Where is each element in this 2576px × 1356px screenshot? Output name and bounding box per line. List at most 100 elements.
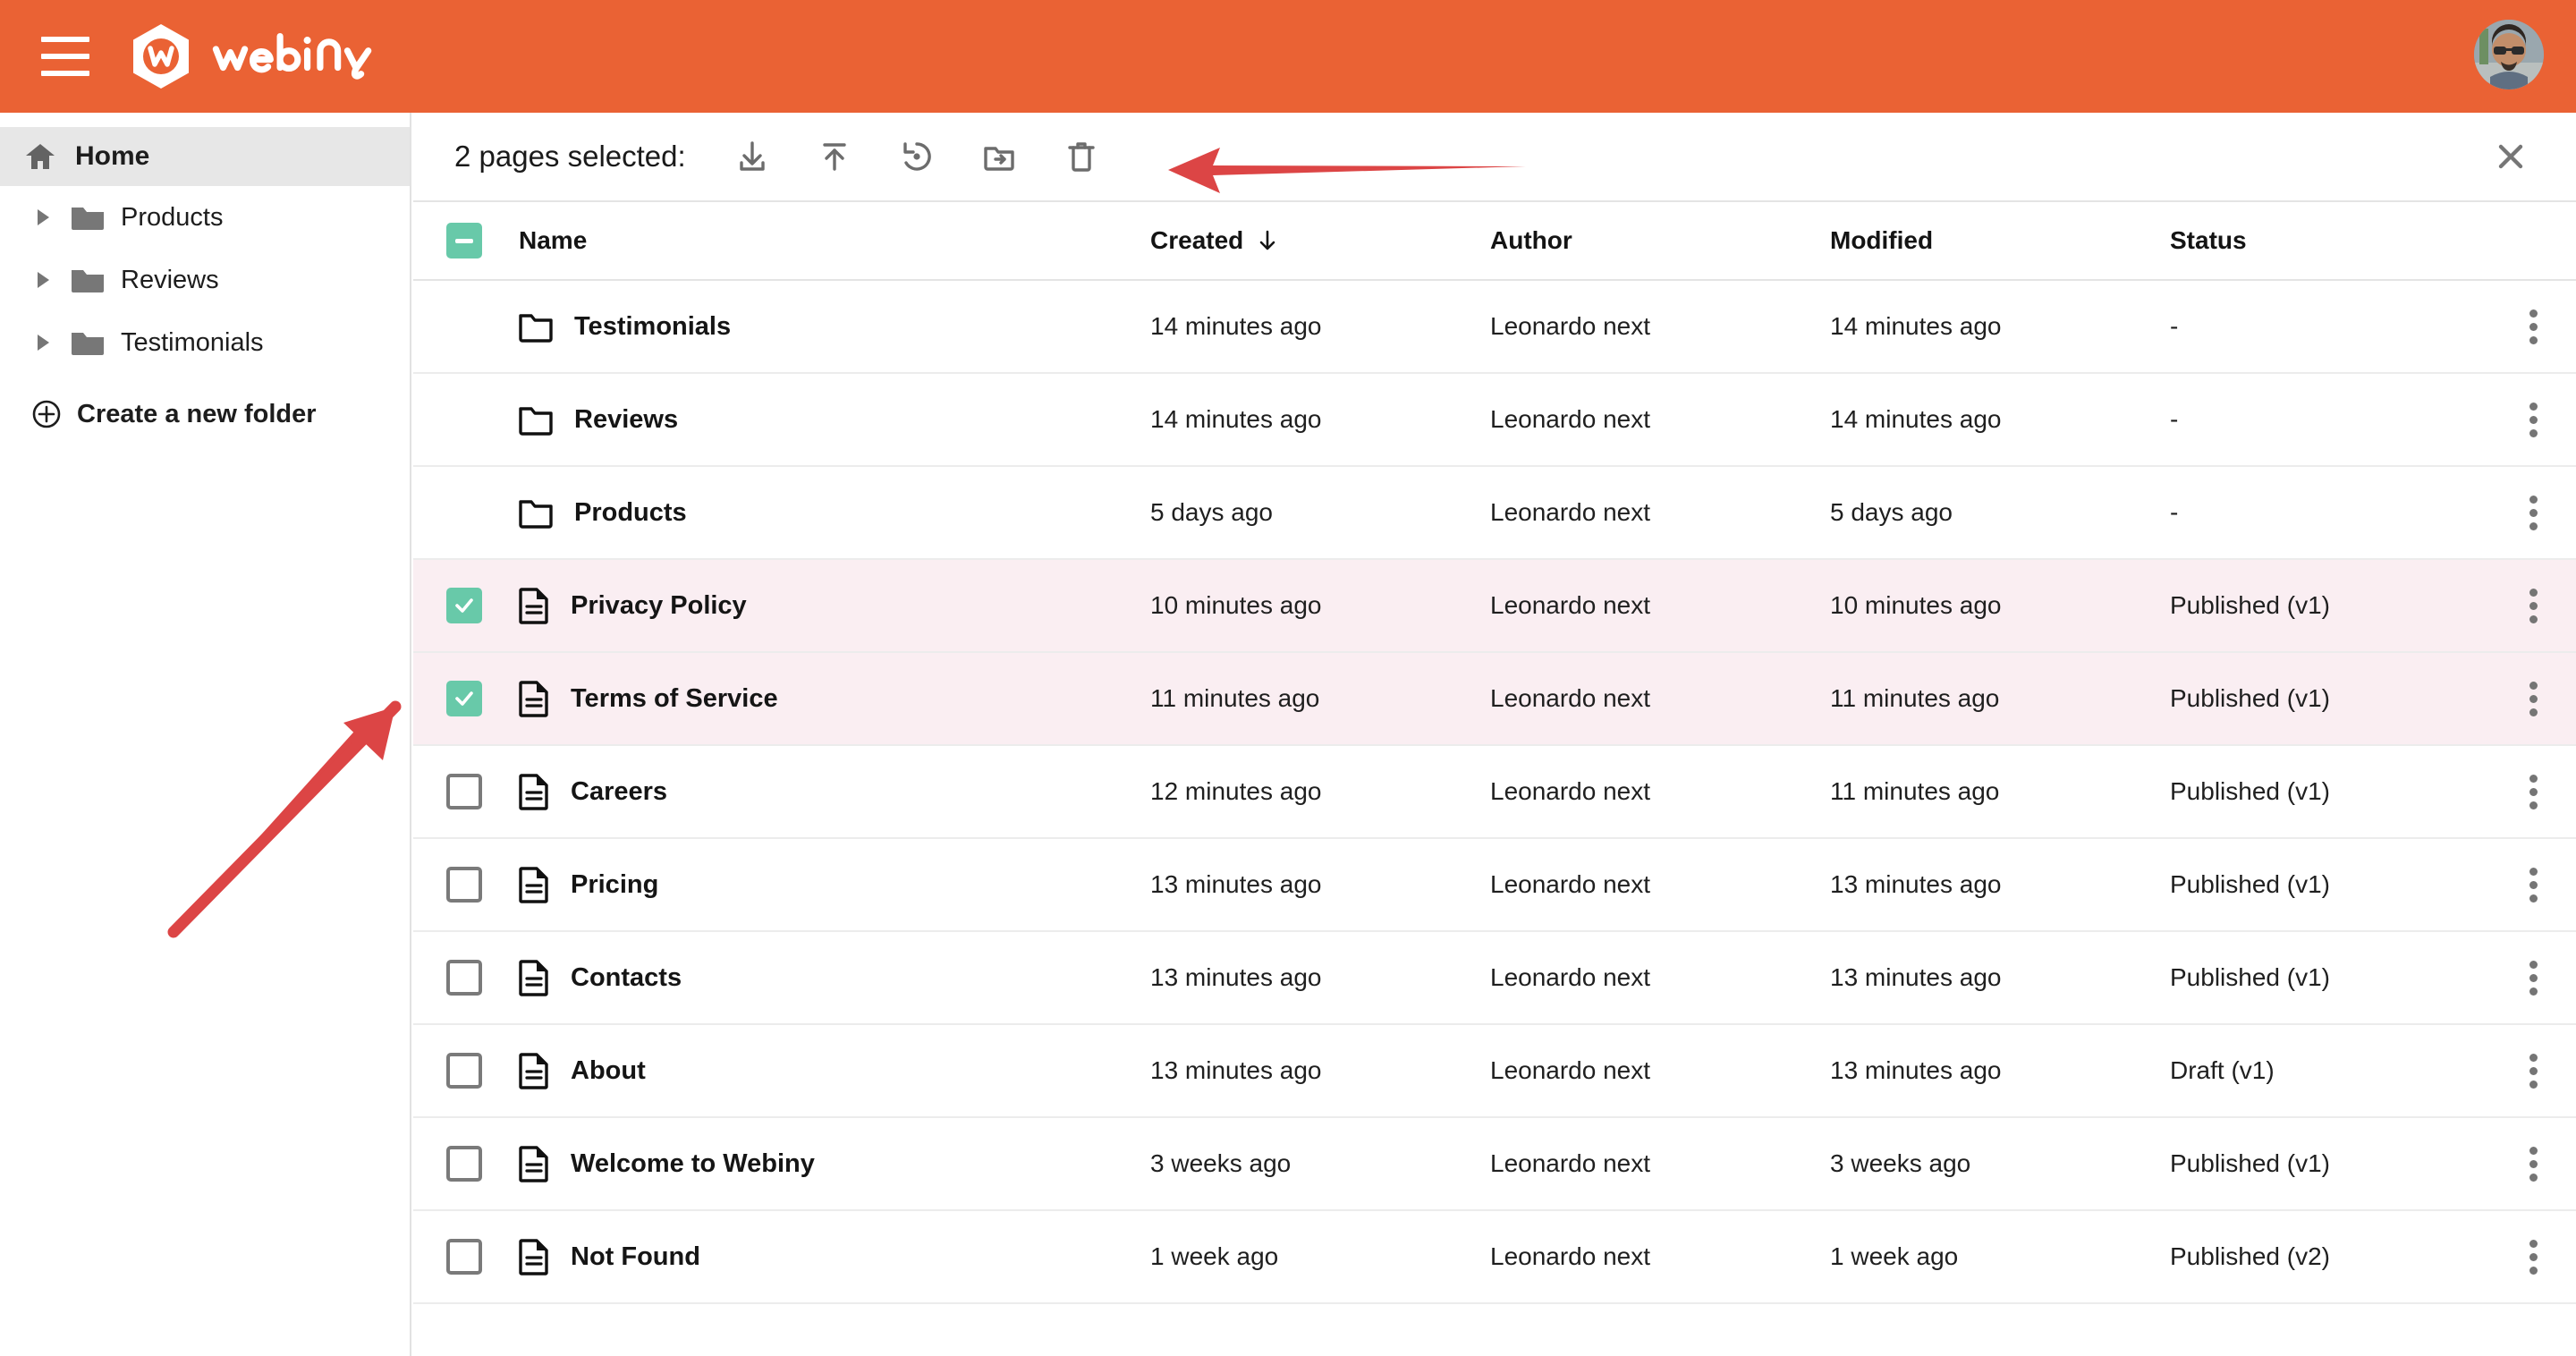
row-menu-button[interactable] — [2490, 1240, 2576, 1275]
sidebar-item-label: Testimonials — [121, 328, 264, 358]
user-avatar[interactable] — [2474, 20, 2544, 89]
row-checkbox[interactable] — [446, 1239, 482, 1275]
sidebar-home-label: Home — [75, 141, 149, 172]
create-new-folder-button[interactable]: Create a new folder — [0, 386, 410, 442]
selection-actions — [711, 124, 1123, 189]
sidebar-item-label: Reviews — [121, 266, 219, 295]
row-status: Published (v1) — [2170, 684, 2330, 712]
row-menu-button[interactable] — [2490, 403, 2576, 437]
row-author: Leonardo next — [1490, 870, 1650, 898]
row-menu-button[interactable] — [2490, 1147, 2576, 1182]
row-name-cell: Products — [515, 495, 1150, 530]
row-menu-button[interactable] — [2490, 309, 2576, 344]
kebab-menu-icon — [2529, 403, 2538, 437]
brand-logo[interactable] — [131, 23, 376, 89]
row-menu-button[interactable] — [2490, 682, 2576, 716]
folder-sidebar: Home Products Reviews Testimonials Creat… — [0, 113, 411, 1356]
column-header-name[interactable]: Name — [519, 226, 587, 255]
row-name-label: Products — [574, 498, 687, 528]
row-author: Leonardo next — [1490, 777, 1650, 805]
table-row[interactable]: Welcome to Webiny 3 weeks ago Leonardo n… — [413, 1118, 2576, 1211]
sidebar-item-testimonials[interactable]: Testimonials — [0, 311, 410, 374]
table-row[interactable]: Testimonials 14 minutes ago Leonardo nex… — [413, 281, 2576, 374]
unpublish-history-icon[interactable] — [876, 124, 958, 189]
row-checkbox-cell — [413, 774, 515, 809]
chevron-right-icon[interactable] — [38, 209, 49, 225]
select-all-checkbox[interactable] — [446, 223, 482, 258]
row-checkbox-cell — [413, 960, 515, 996]
row-modified: 14 minutes ago — [1830, 312, 2001, 340]
chevron-right-icon[interactable] — [38, 272, 49, 288]
selection-toolbar: 2 pages selected: — [413, 113, 2576, 202]
table-row[interactable]: Reviews 14 minutes ago Leonardo next 14 … — [413, 374, 2576, 467]
sidebar-item-reviews[interactable]: Reviews — [0, 249, 410, 311]
table-row[interactable]: Products 5 days ago Leonardo next 5 days… — [413, 467, 2576, 560]
row-modified: 3 weeks ago — [1830, 1149, 1970, 1177]
row-checkbox[interactable] — [446, 960, 482, 996]
publish-icon[interactable] — [793, 124, 876, 189]
row-checkbox[interactable] — [446, 588, 482, 623]
document-icon — [519, 1145, 549, 1182]
webiny-mark-icon — [131, 23, 191, 89]
folder-icon — [71, 267, 105, 293]
kebab-menu-icon — [2529, 961, 2538, 996]
select-all-cell — [413, 223, 515, 258]
create-folder-label: Create a new folder — [77, 400, 317, 429]
column-header-status[interactable]: Status — [2170, 226, 2247, 255]
table-row[interactable]: About 13 minutes ago Leonardo next 13 mi… — [413, 1025, 2576, 1118]
row-modified: 13 minutes ago — [1830, 963, 2001, 991]
folder-icon — [519, 309, 553, 344]
document-icon — [519, 1052, 549, 1089]
row-created: 1 week ago — [1150, 1242, 1278, 1270]
sidebar-item-products[interactable]: Products — [0, 186, 410, 249]
document-icon — [519, 680, 549, 717]
row-created: 5 days ago — [1150, 498, 1273, 526]
table-row[interactable]: Careers 12 minutes ago Leonardo next 11 … — [413, 746, 2576, 839]
delete-icon[interactable] — [1040, 124, 1123, 189]
table-header-row: Name Created Author Modified Status — [413, 202, 2576, 281]
column-header-modified[interactable]: Modified — [1830, 226, 1933, 255]
row-author: Leonardo next — [1490, 405, 1650, 433]
chevron-right-icon[interactable] — [38, 335, 49, 351]
table-row[interactable]: Pricing 13 minutes ago Leonardo next 13 … — [413, 839, 2576, 932]
row-status: - — [2170, 498, 2178, 526]
check-icon — [453, 687, 476, 710]
column-header-author[interactable]: Author — [1490, 226, 1572, 255]
row-created: 14 minutes ago — [1150, 405, 1321, 433]
row-checkbox[interactable] — [446, 681, 482, 716]
table-row[interactable]: Contacts 13 minutes ago Leonardo next 13… — [413, 932, 2576, 1025]
row-checkbox[interactable] — [446, 867, 482, 903]
table-row[interactable]: Not Found 1 week ago Leonardo next 1 wee… — [413, 1211, 2576, 1304]
hamburger-icon[interactable] — [41, 37, 89, 76]
kebab-menu-icon — [2529, 1240, 2538, 1275]
kebab-menu-icon — [2529, 309, 2538, 344]
row-status: - — [2170, 405, 2178, 433]
table-row-selected[interactable]: Privacy Policy 10 minutes ago Leonardo n… — [413, 560, 2576, 653]
row-menu-button[interactable] — [2490, 775, 2576, 809]
row-menu-button[interactable] — [2490, 961, 2576, 996]
sidebar-item-home[interactable]: Home — [0, 127, 410, 186]
row-checkbox[interactable] — [446, 774, 482, 809]
row-checkbox-cell — [413, 867, 515, 903]
row-menu-button[interactable] — [2490, 868, 2576, 903]
folder-icon — [519, 402, 553, 437]
row-menu-button[interactable] — [2490, 589, 2576, 623]
download-icon[interactable] — [711, 124, 793, 189]
row-checkbox[interactable] — [446, 1053, 482, 1089]
row-checkbox[interactable] — [446, 1146, 482, 1182]
close-selection-button[interactable] — [2483, 129, 2538, 184]
avatar-photo — [2474, 20, 2544, 89]
table-row-selected[interactable]: Terms of Service 11 minutes ago Leonardo… — [413, 653, 2576, 746]
row-menu-button[interactable] — [2490, 496, 2576, 530]
sort-descending-icon — [1256, 229, 1279, 252]
row-status: Published (v1) — [2170, 591, 2330, 619]
document-icon — [519, 773, 549, 810]
row-name-label: Welcome to Webiny — [571, 1149, 815, 1179]
row-status: Draft (v1) — [2170, 1056, 2275, 1084]
move-to-folder-icon[interactable] — [958, 124, 1040, 189]
row-menu-button[interactable] — [2490, 1054, 2576, 1089]
column-header-created[interactable]: Created — [1150, 226, 1279, 255]
row-name-label: Pricing — [571, 870, 658, 900]
row-name-cell: Reviews — [515, 402, 1150, 437]
kebab-menu-icon — [2529, 682, 2538, 716]
